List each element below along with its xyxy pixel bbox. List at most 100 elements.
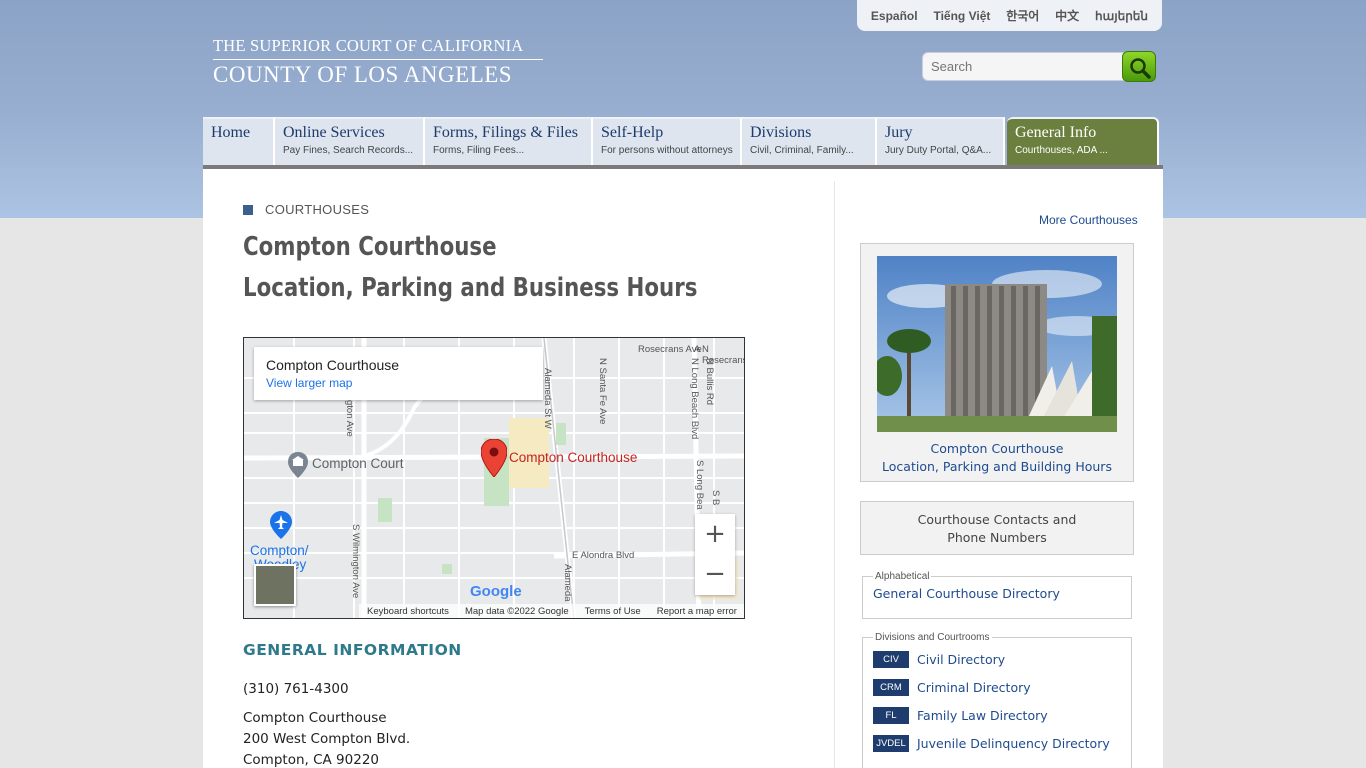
badge-crm: CRM	[873, 678, 909, 696]
street-label: A	[694, 344, 701, 355]
courthouse-photo[interactable]	[877, 256, 1117, 432]
poi-compton-court[interactable]: Compton Court	[312, 456, 404, 471]
nav-subtitle: Courthouses, ADA ...	[1015, 145, 1108, 156]
map-data-attribution: Map data ©2022 Google	[464, 606, 569, 617]
directory-item-juvenile[interactable]: JVDEL Juvenile Delinquency Directory	[873, 729, 1121, 757]
street-label: N Santa Fe Ave	[597, 358, 608, 425]
report-error-link[interactable]: Report a map error	[657, 606, 737, 617]
general-directory-link[interactable]: General Courthouse Directory	[873, 586, 1121, 601]
nav-title: Home	[211, 124, 251, 141]
keyboard-shortcuts-link[interactable]: Keyboard shortcuts	[367, 606, 449, 617]
photo-caption-line2: Location, Parking and Building Hours	[882, 459, 1112, 474]
contacts-line1: Courthouse Contacts and	[917, 512, 1077, 527]
google-logo: Google	[470, 583, 522, 600]
breadcrumb: COURTHOUSES	[243, 202, 369, 217]
map-pin-icon[interactable]	[481, 439, 507, 477]
language-bar: Español Tiếng Việt 한국어 中文 հայերեն	[857, 0, 1162, 31]
photo-caption[interactable]: Compton Courthouse Location, Parking and…	[861, 440, 1133, 476]
nav-subtitle: Pay Fines, Search Records...	[283, 145, 414, 156]
address-line2: 200 West Compton Blvd.	[243, 731, 411, 747]
street-label: Rosecrans Ave	[638, 344, 702, 355]
site-logo[interactable]: THE SUPERIOR COURT OF CALIFORNIA COUNTY …	[213, 36, 543, 88]
lang-armenian[interactable]: հայերեն	[1095, 9, 1148, 23]
photo-caption-line1: Compton Courthouse	[930, 441, 1064, 456]
nav-title: Self-Help	[601, 124, 664, 141]
lang-chinese[interactable]: 中文	[1055, 7, 1079, 24]
courthouse-photo-card[interactable]: Compton Courthouse Location, Parking and…	[860, 243, 1134, 482]
street-label: S Wilmington Ave	[350, 524, 361, 599]
alphabetical-fieldset: Alphabetical General Courthouse Director…	[862, 571, 1132, 619]
badge-fl: FL	[873, 706, 909, 724]
magnifier-icon	[1130, 58, 1151, 79]
logo-rule	[213, 59, 543, 60]
more-courthouses-link[interactable]: More Courthouses	[1039, 213, 1138, 227]
directory-label[interactable]: Civil Directory	[917, 652, 1005, 667]
directory-item-family-law[interactable]: FL Family Law Directory	[873, 701, 1121, 729]
nav-title: General Info	[1015, 124, 1097, 141]
contacts-line2: Phone Numbers	[947, 530, 1047, 545]
nav-forms-filings[interactable]: Forms, Filings & Files Forms, Filing Fee…	[425, 117, 593, 165]
general-info-heading: GENERAL INFORMATION	[243, 641, 462, 659]
nav-subtitle: Civil, Criminal, Family...	[750, 145, 854, 156]
column-divider	[834, 181, 835, 768]
street-label: N Bullis Rd	[704, 358, 715, 405]
lang-espanol[interactable]: Español	[871, 9, 918, 23]
main-nav: Home Online Services Pay Fines, Search R…	[203, 117, 1163, 168]
directory-label[interactable]: Criminal Directory	[917, 680, 1031, 695]
directory-label[interactable]: Juvenile Delinquency Directory	[917, 736, 1110, 751]
zoom-controls: + −	[695, 514, 735, 595]
content-panel: COURTHOUSES Compton Courthouse Location,…	[203, 169, 1163, 768]
search-input[interactable]	[922, 52, 1128, 81]
page-title-line2: Location, Parking and Business Hours	[243, 273, 698, 303]
directory-item-civil[interactable]: CIV Civil Directory	[873, 645, 1121, 673]
address-line1: Compton Courthouse	[243, 710, 387, 726]
terms-link[interactable]: Terms of Use	[585, 606, 641, 617]
divisions-legend: Divisions and Courtrooms	[875, 632, 990, 643]
nav-divisions[interactable]: Divisions Civil, Criminal, Family...	[742, 117, 877, 165]
view-larger-map-link[interactable]: View larger map	[266, 376, 531, 390]
search-button[interactable]	[1122, 51, 1156, 82]
nav-home[interactable]: Home	[203, 117, 275, 165]
embedded-map[interactable]: Compton Courthouse View larger map Rosec…	[243, 337, 745, 619]
street-label: S Long Bea	[694, 460, 705, 510]
zoom-out-button[interactable]: −	[695, 554, 735, 594]
satellite-toggle[interactable]	[254, 564, 296, 606]
divisions-fieldset: Divisions and Courtrooms CIV Civil Direc…	[862, 632, 1132, 768]
street-label: E Alondra Blvd	[572, 550, 635, 561]
street-label: S B	[710, 490, 721, 506]
nav-general-info[interactable]: General Info Courthouses, ADA ...	[1007, 117, 1159, 165]
directory-item-criminal[interactable]: CRM Criminal Directory	[873, 673, 1121, 701]
phone-number[interactable]: (310) 761-4300	[243, 681, 349, 697]
courthouse-contacts-button[interactable]: Courthouse Contacts and Phone Numbers	[860, 501, 1134, 555]
street-label: gton Ave	[344, 400, 355, 437]
street-label: N Long Beach Blvd	[689, 358, 700, 440]
nav-subtitle: For persons without attorneys	[601, 145, 733, 156]
alphabetical-legend: Alphabetical	[875, 571, 930, 582]
nav-self-help[interactable]: Self-Help For persons without attorneys	[593, 117, 742, 165]
nav-jury[interactable]: Jury Jury Duty Portal, Q&A...	[877, 117, 1005, 165]
nav-subtitle: Jury Duty Portal, Q&A...	[885, 145, 992, 156]
google-wordmark: Google	[470, 583, 522, 600]
zoom-in-button[interactable]: +	[695, 514, 735, 554]
nav-title: Divisions	[750, 124, 812, 141]
street-label: Alameda St W	[542, 368, 553, 429]
nav-title: Jury	[885, 124, 913, 141]
street-label: Alameda	[562, 564, 573, 602]
nav-subtitle: Forms, Filing Fees...	[433, 145, 525, 156]
courthouse-poi-icon[interactable]	[288, 452, 308, 478]
nav-online-services[interactable]: Online Services Pay Fines, Search Record…	[275, 117, 425, 165]
bullet-square-icon	[243, 204, 253, 215]
lang-korean[interactable]: 한국어	[1006, 7, 1039, 24]
logo-line2: COUNTY OF LOS ANGELES	[213, 62, 513, 87]
directory-label[interactable]: Family Law Directory	[917, 708, 1048, 723]
page-title: Compton Courthouse Location, Parking and…	[243, 227, 697, 309]
breadcrumb-label[interactable]: COURTHOUSES	[265, 202, 369, 217]
map-info-card: Compton Courthouse View larger map	[254, 347, 543, 400]
map-card-name: Compton Courthouse	[266, 357, 400, 373]
airport-poi-icon[interactable]	[270, 511, 292, 539]
map-footer: Keyboard shortcuts Map data ©2022 Google…	[359, 604, 744, 618]
address-line3: Compton, CA 90220	[243, 752, 379, 768]
lang-vietnamese[interactable]: Tiếng Việt	[933, 9, 990, 23]
page-title-line1: Compton Courthouse	[243, 232, 497, 262]
nav-title: Online Services	[283, 124, 385, 141]
